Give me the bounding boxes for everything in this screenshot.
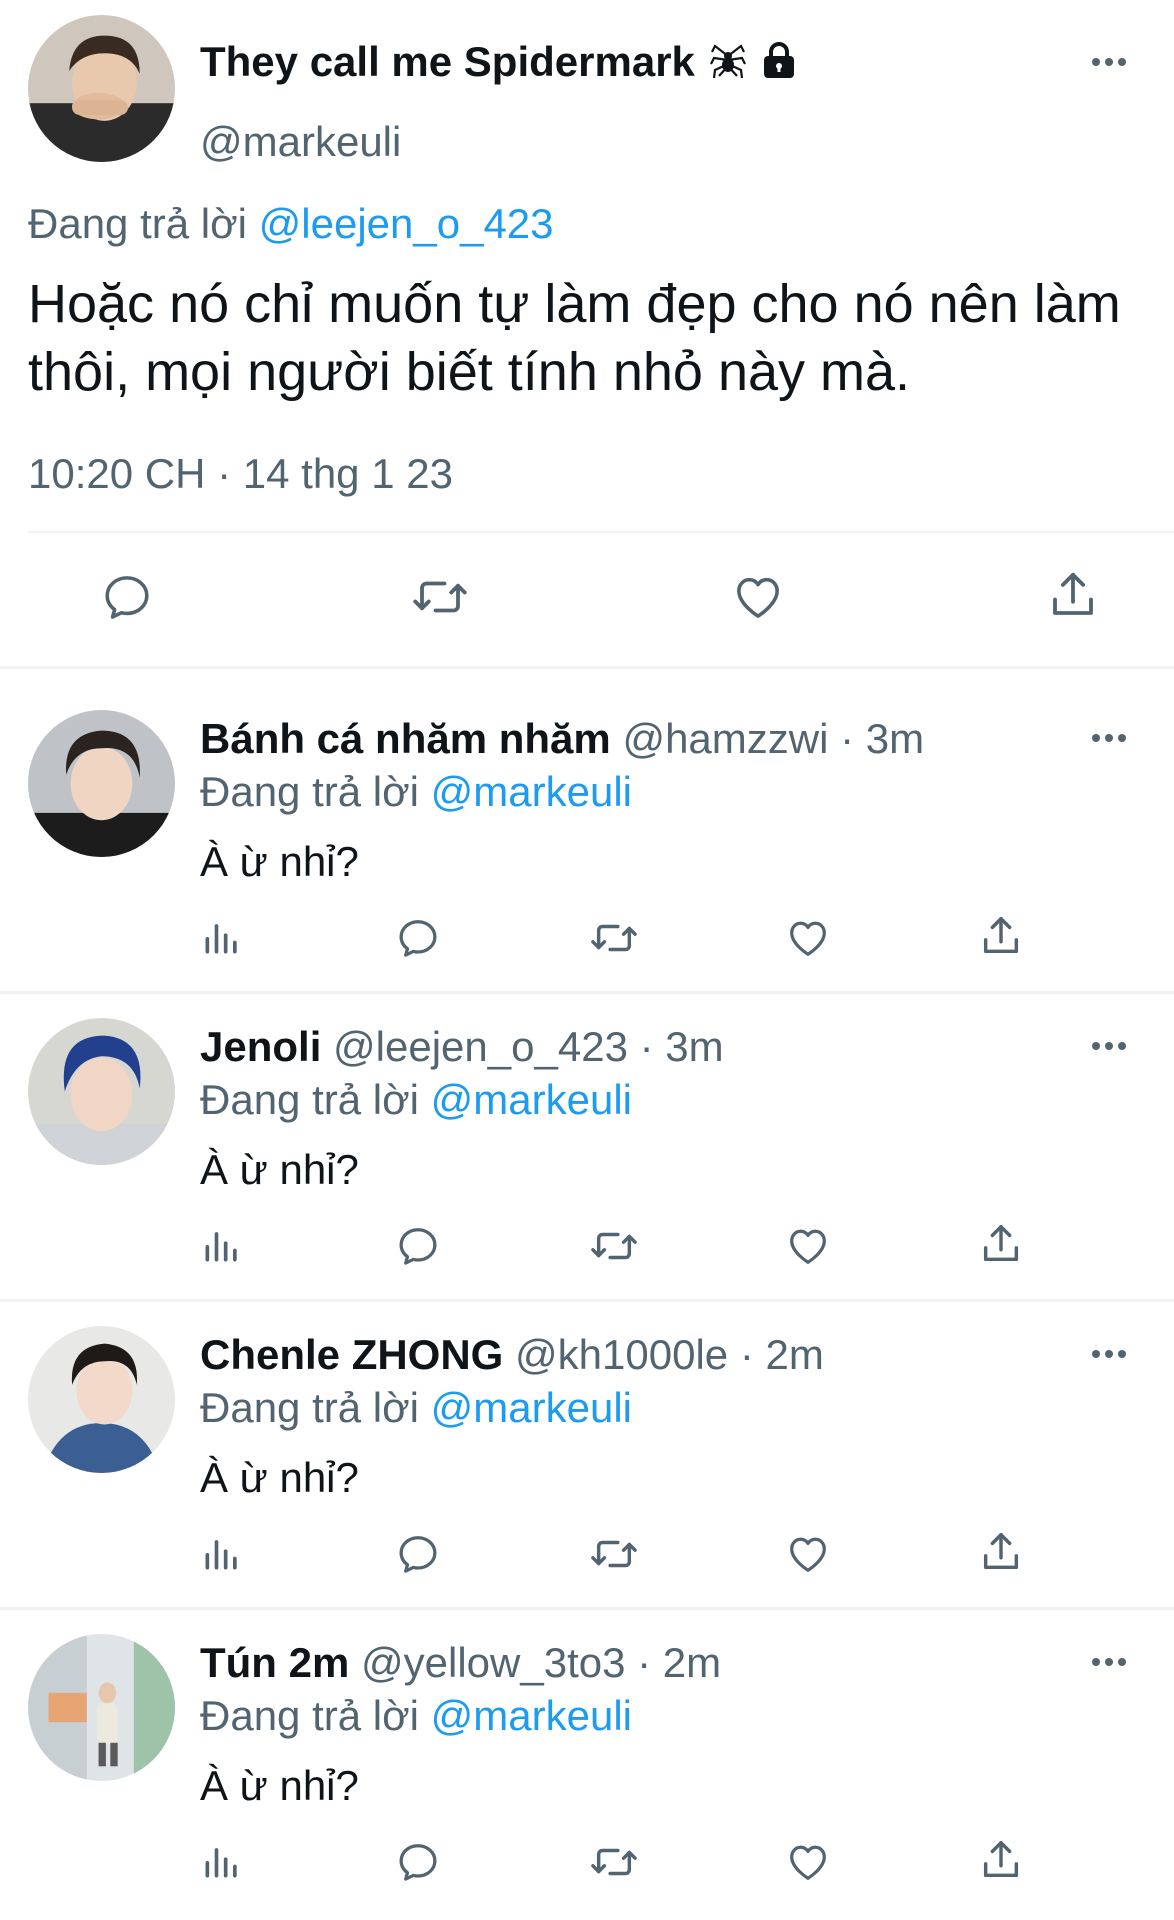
reply-actions: [0, 1223, 1174, 1283]
user-handle[interactable]: @markeuli: [200, 118, 401, 166]
replying-to-link[interactable]: @markeuli: [431, 1076, 632, 1123]
retweet-icon[interactable]: [410, 570, 470, 624]
avatar[interactable]: [28, 1634, 175, 1781]
main-tweet: They call me Spidermark @markeuli Đang t…: [0, 0, 1174, 668]
reply-actions: [0, 1839, 1174, 1899]
more-options-icon[interactable]: [1088, 1652, 1136, 1672]
reply-tweet[interactable]: Jenoli @leejen_o_423 · 3m Đang trả lời @…: [0, 998, 1174, 1306]
avatar[interactable]: [28, 710, 175, 857]
more-options-icon[interactable]: [1088, 1036, 1136, 1056]
reply-tweet[interactable]: Tún 2m @yellow_3to3 · 2m Đang trả lời @m…: [0, 1614, 1174, 1920]
reply-text: À ừ nhỉ?: [200, 1762, 359, 1809]
like-icon[interactable]: [784, 1839, 832, 1885]
analytics-icon[interactable]: [200, 915, 244, 959]
replying-to: Đang trả lời @markeuli: [200, 1384, 632, 1431]
reply-icon[interactable]: [100, 570, 154, 624]
tweet-text: Hoặc nó chỉ muốn tự làm đẹp cho nó nên l…: [28, 274, 1121, 402]
reply-text: À ừ nhỉ?: [200, 1146, 359, 1193]
user-handle[interactable]: @yellow_3to3: [361, 1639, 625, 1686]
display-name[interactable]: Jenoli: [200, 1023, 321, 1070]
lock-icon: [761, 41, 797, 89]
divider: [0, 1299, 1174, 1302]
divider: [0, 666, 1174, 669]
retweet-icon[interactable]: [588, 1839, 640, 1885]
more-options-icon[interactable]: [1088, 728, 1136, 748]
reply-time: · 3m: [639, 1023, 724, 1070]
reply-icon[interactable]: [395, 1531, 441, 1577]
replying-to: Đang trả lời @markeuli: [200, 1076, 632, 1123]
analytics-icon[interactable]: [200, 1223, 244, 1267]
reply-text: À ừ nhỉ?: [200, 838, 359, 885]
reply-actions: [0, 915, 1174, 975]
retweet-icon[interactable]: [588, 1531, 640, 1577]
share-icon[interactable]: [1046, 568, 1100, 622]
share-icon[interactable]: [978, 1221, 1024, 1267]
tweet-actions: [0, 560, 1174, 640]
user-handle[interactable]: @leejen_o_423: [333, 1023, 628, 1070]
avatar[interactable]: [28, 1018, 175, 1165]
replying-to-link[interactable]: @markeuli: [431, 1692, 632, 1739]
reply-icon[interactable]: [395, 915, 441, 961]
more-options-icon[interactable]: [1088, 1344, 1136, 1364]
reply-icon[interactable]: [395, 1839, 441, 1885]
reply-tweet[interactable]: Chenle ZHONG @kh1000le · 2m Đang trả lời…: [0, 1306, 1174, 1614]
more-options-icon[interactable]: [1088, 52, 1136, 72]
reply-text: À ừ nhỉ?: [200, 1454, 359, 1501]
analytics-icon[interactable]: [200, 1839, 244, 1883]
display-name[interactable]: Chenle ZHONG: [200, 1331, 503, 1378]
reply-time: · 2m: [739, 1331, 824, 1378]
replying-to: Đang trả lời @markeuli: [200, 768, 632, 815]
display-name[interactable]: They call me Spidermark: [200, 38, 797, 90]
spider-icon: [709, 40, 747, 90]
tweet-timestamp[interactable]: 10:20 CH · 14 thg 1 23: [28, 450, 453, 498]
retweet-icon[interactable]: [588, 915, 640, 961]
analytics-icon[interactable]: [200, 1531, 244, 1575]
reply-tweet[interactable]: Bánh cá nhăm nhăm @hamzzwi · 3m Đang trả…: [0, 690, 1174, 998]
replying-to: Đang trả lời @leejen_o_423: [28, 200, 554, 247]
replying-to: Đang trả lời @markeuli: [200, 1692, 632, 1739]
like-icon[interactable]: [730, 570, 786, 624]
reply-time: · 3m: [840, 715, 925, 762]
retweet-icon[interactable]: [588, 1223, 640, 1269]
share-icon[interactable]: [978, 913, 1024, 959]
display-name[interactable]: Bánh cá nhăm nhăm: [200, 715, 611, 762]
divider: [0, 1607, 1174, 1610]
share-icon[interactable]: [978, 1837, 1024, 1883]
display-name[interactable]: Tún 2m: [200, 1639, 349, 1686]
replying-to-link[interactable]: @markeuli: [431, 768, 632, 815]
reply-time: · 2m: [637, 1639, 722, 1686]
avatar[interactable]: [28, 15, 175, 162]
replying-to-link[interactable]: @leejen_o_423: [259, 200, 554, 247]
avatar[interactable]: [28, 1326, 175, 1473]
user-handle[interactable]: @kh1000le: [515, 1331, 728, 1378]
like-icon[interactable]: [784, 915, 832, 961]
share-icon[interactable]: [978, 1529, 1024, 1575]
divider: [0, 991, 1174, 994]
like-icon[interactable]: [784, 1223, 832, 1269]
reply-actions: [0, 1531, 1174, 1591]
user-handle[interactable]: @hamzzwi: [622, 715, 828, 762]
like-icon[interactable]: [784, 1531, 832, 1577]
reply-icon[interactable]: [395, 1223, 441, 1269]
replying-to-link[interactable]: @markeuli: [431, 1384, 632, 1431]
divider: [28, 531, 1174, 533]
